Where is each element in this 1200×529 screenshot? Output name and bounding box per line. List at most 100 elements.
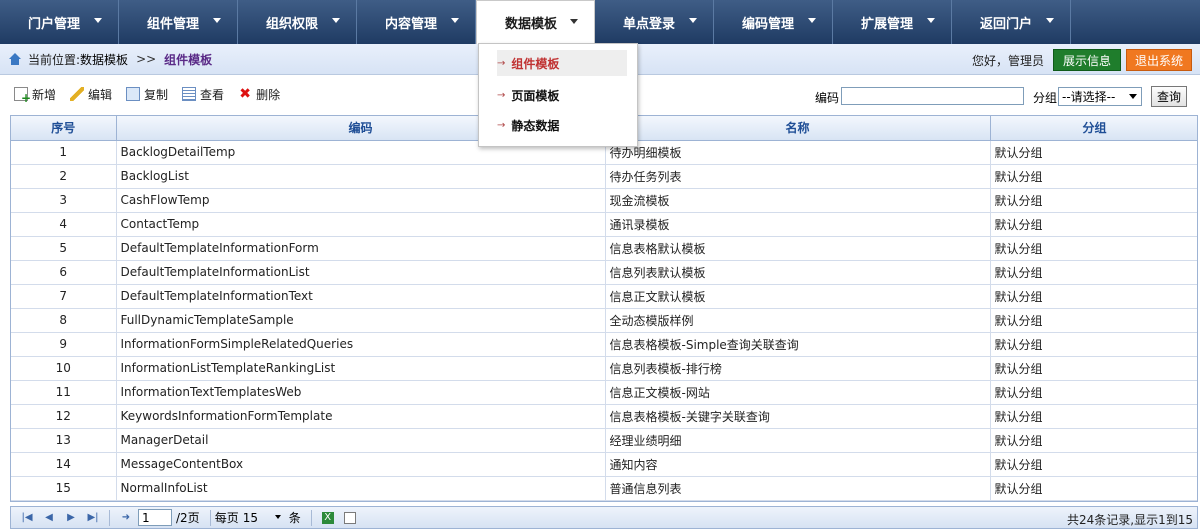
table-cell: 默认分组	[990, 428, 1197, 453]
table-cell: DefaultTemplateInformationForm	[116, 236, 606, 261]
pager-divider	[209, 509, 211, 526]
table-cell: FullDynamicTemplateSample	[116, 308, 606, 333]
nav-item-content[interactable]: 内容管理	[357, 0, 476, 44]
arrow-right-icon: →	[497, 119, 506, 131]
breadcrumb-current: 组件模板	[164, 52, 213, 67]
table-cell: 4	[11, 212, 117, 237]
go-arrow-icon[interactable]: ➜	[120, 512, 132, 524]
table-row[interactable]: 14 MessageContentBox 通知内容 默认分组	[11, 452, 1197, 477]
first-page-icon[interactable]: |◀	[21, 512, 33, 524]
pencil-icon	[70, 87, 85, 101]
table-cell: 6	[11, 260, 117, 285]
group-label: 分组	[1033, 91, 1058, 105]
new-button[interactable]: 新增	[14, 86, 57, 105]
nav-item-label: 门户管理	[28, 16, 81, 32]
table-row[interactable]: 8 FullDynamicTemplateSample 全动态模版样例 默认分组	[11, 308, 1197, 333]
column-header[interactable]: 序号	[11, 116, 117, 141]
new-button-label: 新增	[32, 87, 57, 102]
nav-item-data-template[interactable]: 数据模板	[476, 0, 595, 44]
table-cell: 默认分组	[990, 236, 1197, 261]
nav-item-code[interactable]: 编码管理	[714, 0, 833, 44]
table-cell: 默认分组	[990, 164, 1197, 189]
nav-item-extension[interactable]: 扩展管理	[833, 0, 952, 44]
table-cell: 默认分组	[990, 380, 1197, 405]
pager: |◀ ◀ ▶ ▶| ➜ 1 /2页 每页 15 条 X 共24条记录,显示1到1…	[10, 506, 1198, 529]
last-page-icon[interactable]: ▶|	[87, 512, 99, 524]
table-row[interactable]: 11 InformationTextTemplatesWeb 信息正文模板-网站 默认…	[11, 380, 1197, 405]
table-cell: 2	[11, 164, 117, 189]
template-table: 序号 编码 名称 分组 1 BacklogDetailTemp 待办明细模板 默认分组 2 Ba…	[10, 115, 1198, 502]
table-row[interactable]: 2 BacklogList 待办任务列表 默认分组	[11, 164, 1197, 189]
arrow-right-icon: →	[497, 89, 506, 101]
table-row[interactable]: 4 ContactTemp 通讯录模板 默认分组	[11, 212, 1197, 237]
edit-button[interactable]: 编辑	[70, 86, 112, 103]
delete-x-icon: ✖	[239, 86, 251, 102]
table-cell: 7	[11, 284, 117, 309]
chevron-down-icon	[274, 515, 281, 519]
group-select[interactable]: --请选择--	[1058, 87, 1142, 106]
group-select-value: --请选择--	[1062, 90, 1116, 104]
table-row[interactable]: 12 KeywordsInformationFormTemplate 信息表格模板-…	[11, 404, 1197, 429]
table-cell: 11	[11, 380, 117, 405]
table-cell: 信息列表默认模板	[605, 260, 991, 285]
pager-divider	[109, 509, 110, 526]
dropdown-item-static-data[interactable]: → 静态数据	[497, 112, 627, 138]
export-excel-icon[interactable]: X	[321, 511, 334, 524]
chevron-down-icon	[94, 18, 102, 23]
table-row[interactable]: 15 NormalInfoList 普通信息列表 默认分组	[11, 476, 1197, 501]
edit-button-label: 编辑	[88, 87, 113, 102]
nav-item-org-permission[interactable]: 组织权限	[238, 0, 357, 44]
table-cell: 1	[11, 140, 117, 165]
dropdown-item-label: 页面模板	[511, 88, 560, 103]
nav-item-sso[interactable]: 单点登录	[595, 0, 714, 44]
page-number-input[interactable]: 1	[138, 509, 172, 526]
table-cell: MessageContentBox	[116, 452, 606, 477]
table-cell: 通知内容	[605, 452, 991, 477]
chevron-down-icon	[1129, 94, 1137, 99]
column-header[interactable]: 名称	[605, 116, 991, 141]
table-row[interactable]: 13 ManagerDetail 经理业绩明细 默认分组	[11, 428, 1197, 453]
column-header[interactable]: 分组	[990, 116, 1197, 141]
table-cell: 信息表格默认模板	[605, 236, 991, 261]
per-page-select[interactable]: 15	[243, 509, 285, 526]
dropdown-item-label: 组件模板	[511, 56, 560, 71]
table-cell: BacklogList	[116, 164, 606, 189]
chevron-down-icon	[689, 18, 697, 23]
show-info-button[interactable]: 展示信息	[1053, 49, 1121, 71]
table-cell: 默认分组	[990, 260, 1197, 285]
table-cell: 待办明细模板	[605, 140, 991, 165]
delete-button[interactable]: ✖ 删除	[238, 86, 280, 103]
table-cell: KeywordsInformationFormTemplate	[116, 404, 606, 429]
table-row[interactable]: 5 DefaultTemplateInformationForm 信息表格默认模板默…	[11, 236, 1197, 261]
nav-item-label: 组件管理	[147, 16, 200, 32]
table-row[interactable]: 3 CashFlowTemp 现金流模板 默认分组	[11, 188, 1197, 213]
table-cell: 5	[11, 236, 117, 261]
dropdown-item-component-template[interactable]: → 组件模板	[497, 50, 627, 76]
data-template-dropdown: → 组件模板 → 页面模板 → 静态数据	[478, 43, 638, 147]
table-cell: 默认分组	[990, 284, 1197, 309]
prev-page-icon[interactable]: ◀	[43, 512, 55, 524]
table-row[interactable]: 6 DefaultTemplateInformationList 信息列表默认模板默…	[11, 260, 1197, 285]
nav-item-label: 编码管理	[742, 16, 795, 32]
nav-item-back-portal[interactable]: 返回门户	[952, 0, 1071, 44]
document-icon[interactable]	[343, 511, 356, 524]
nav-item-component[interactable]: 组件管理	[119, 0, 238, 44]
copy-button[interactable]: 复制	[126, 86, 168, 103]
exit-system-button[interactable]: 退出系统	[1126, 49, 1192, 71]
nav-item-label: 内容管理	[385, 16, 438, 32]
dropdown-item-label: 静态数据	[511, 118, 560, 133]
table-cell: 默认分组	[990, 332, 1197, 357]
view-button[interactable]: 查看	[182, 86, 224, 103]
table-row[interactable]: 7 DefaultTemplateInformationText 信息正文默认模板默…	[11, 284, 1197, 309]
code-input[interactable]	[841, 87, 1024, 105]
dropdown-item-page-template[interactable]: → 页面模板	[497, 82, 627, 108]
nav-item-portal[interactable]: 门户管理	[0, 0, 119, 44]
table-cell: ManagerDetail	[116, 428, 606, 453]
home-icon[interactable]	[8, 53, 22, 65]
top-nav: 门户管理 组件管理 组织权限 内容管理 数据模板 单点登录 编码管理 扩展管理 返回门户	[0, 0, 1200, 44]
table-row[interactable]: 10 InformationListTemplateRankingList 信息列表…	[11, 356, 1197, 381]
next-page-icon[interactable]: ▶	[65, 512, 77, 524]
breadcrumb-section: 数据模板	[80, 52, 129, 67]
query-button[interactable]: 查询	[1151, 86, 1187, 107]
table-row[interactable]: 9 InformationFormSimpleRelatedQueries 信息表格…	[11, 332, 1197, 357]
